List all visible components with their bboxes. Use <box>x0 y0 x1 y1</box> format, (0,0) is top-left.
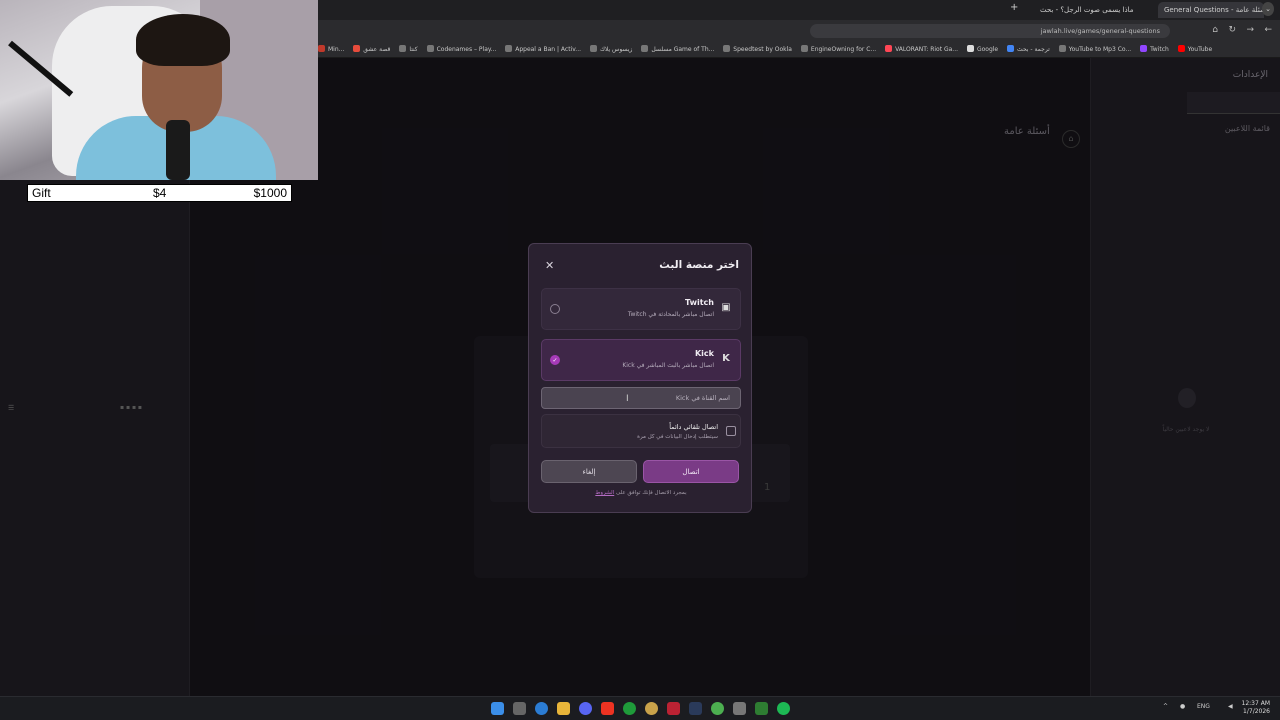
gift-goal-bar: Gift $4 $1000 <box>27 184 292 202</box>
app-icon[interactable] <box>667 702 680 715</box>
task-view-icon[interactable] <box>513 702 526 715</box>
bookmark[interactable]: Google <box>966 42 998 57</box>
bookmark[interactable]: كنتا <box>399 42 418 57</box>
bookmark[interactable]: Twitch <box>1140 42 1169 57</box>
browser-tab-active[interactable]: General Questions - أسئلة عامة <box>1158 2 1264 18</box>
bookmark[interactable]: Speedtest by Ookla <box>723 42 792 57</box>
webcam-mic <box>166 120 190 180</box>
empty-players-text: لا يوجد لاعبين حالياً <box>1162 426 1210 433</box>
bookmark[interactable]: YouTube to Mp3 Co... <box>1058 42 1131 57</box>
system-clock[interactable]: 12:37 AM 1/7/2026 <box>1242 700 1270 716</box>
tab-search-icon[interactable]: ⌄ <box>1262 2 1274 16</box>
text-cursor-icon: I <box>626 394 629 404</box>
empty-users-icon <box>1178 388 1196 408</box>
bookmark[interactable]: قصة عشق <box>353 42 390 57</box>
terms-note-text: بمجرد الاتصال فإنك توافق على <box>615 490 687 496</box>
kick-icon: K <box>722 353 730 364</box>
list-icon[interactable]: ☰ <box>8 404 14 412</box>
forward-icon[interactable]: → <box>1246 25 1254 35</box>
browser-tab[interactable]: ماذا يسمى صوت الرجل؟ - بحث <box>1034 2 1156 18</box>
spotify-icon[interactable] <box>777 702 790 715</box>
new-tab-button[interactable]: + <box>1010 2 1018 13</box>
bookmark[interactable]: VALORANT: Riot Ga... <box>885 42 958 57</box>
tab-label: ماذا يسمى صوت الرجل؟ - بحث <box>1040 6 1134 14</box>
radio-twitch[interactable] <box>550 304 560 314</box>
bookmark[interactable]: مسلسل Game of Th... <box>641 42 714 57</box>
option-name: Kick <box>694 349 714 358</box>
radio-kick[interactable]: ✓ <box>550 355 560 365</box>
xbox-icon[interactable] <box>623 702 636 715</box>
settings-title: الإعدادات <box>1232 70 1268 80</box>
tab-settings[interactable] <box>1091 92 1187 114</box>
clock-date: 1/7/2026 <box>1243 708 1270 715</box>
platform-modal: اختر منصة البث ✕ ▣ Twitch اتصال مباشر با… <box>528 243 752 513</box>
option-kick[interactable]: K Kick اتصال مباشر بالبث المباشر في Kick… <box>541 339 741 381</box>
chrome-icon[interactable] <box>711 702 724 715</box>
connect-button[interactable]: اتصال <box>643 460 739 483</box>
auto-connect-title: اتصال تلقائي دائماً <box>669 423 718 431</box>
app-icon[interactable] <box>645 702 658 715</box>
option-twitch[interactable]: ▣ Twitch اتصال مباشر بالمحادثة في Twitch <box>541 288 741 330</box>
bookmark[interactable]: Appeal a Ban | Activ... <box>505 42 581 57</box>
reload-icon[interactable]: ↻ <box>1228 25 1236 35</box>
channel-name-input[interactable] <box>541 387 741 409</box>
terms-link[interactable]: الشروط <box>595 490 614 496</box>
mic-icon[interactable]: ● <box>1180 703 1185 710</box>
clock-time: 12:37 AM <box>1241 700 1270 707</box>
option-name: Twitch <box>685 298 714 307</box>
tray-chevron-icon[interactable]: ^ <box>1163 703 1168 710</box>
auto-connect-checkbox[interactable] <box>726 426 736 436</box>
discord-icon[interactable] <box>579 702 592 715</box>
webcam-overlay <box>0 0 318 180</box>
tab-players[interactable] <box>1187 92 1280 114</box>
auto-connect-option[interactable]: اتصال تلقائي دائماً سيتطلب إدخال البيانا… <box>541 414 741 448</box>
twitch-icon: ▣ <box>721 302 731 313</box>
bookmark[interactable]: EngineOwning for C... <box>800 42 876 57</box>
home-nav-icon[interactable]: ⌂ <box>1212 25 1218 35</box>
close-icon[interactable]: ✕ <box>545 259 554 272</box>
bookmark[interactable]: Min... <box>318 42 344 57</box>
volume-icon[interactable]: ◀ <box>1228 703 1233 710</box>
webcam-person-hair <box>136 14 230 66</box>
terms-note: بمجرد الاتصال فإنك توافق على الشروط <box>529 490 753 496</box>
modal-title: اختر منصة البث <box>659 259 739 271</box>
bookmark[interactable]: زيسوس يلاك <box>589 42 632 57</box>
option-description: اتصال مباشر بالبث المباشر في Kick <box>622 362 714 369</box>
app-icon[interactable] <box>733 702 746 715</box>
steam-icon[interactable] <box>689 702 702 715</box>
gift-label: Gift <box>32 186 51 200</box>
left-panel-label: ▪ ▪ ▪ ▪ <box>120 404 142 411</box>
file-explorer-icon[interactable] <box>557 702 570 715</box>
bookmark[interactable]: ترجمة - بحث <box>1007 42 1050 57</box>
gift-price: $4 <box>153 186 167 200</box>
tab-label: General Questions - أسئلة عامة <box>1164 6 1264 14</box>
address-bar: ← → ↻ ⌂ jawlah.live/games/general-questi… <box>318 20 1280 42</box>
url-field[interactable]: jawlah.live/games/general-questions <box>810 24 1170 38</box>
language-indicator[interactable]: ENG <box>1197 703 1210 710</box>
edge-icon[interactable] <box>535 702 548 715</box>
auto-connect-description: سيتطلب إدخال البيانات في كل مرة <box>637 434 718 440</box>
option-description: اتصال مباشر بالمحادثة في Twitch <box>627 311 714 318</box>
screen: ☰ ▪ ▪ ▪ ▪ ⌂ أسئلة عامة 1 الإعدادات قائمة… <box>0 0 1280 720</box>
youtube-icon[interactable] <box>601 702 614 715</box>
back-icon[interactable]: ← <box>1264 25 1272 35</box>
bookmark[interactable]: Codenames – Play... <box>426 42 496 57</box>
settings-panel: الإعدادات قائمة اللاعبين لا يوجد لاعبين … <box>1090 58 1280 696</box>
bookmark[interactable]: YouTube <box>1177 42 1212 57</box>
bookmarks-bar: Min... قصة عشق كنتا Codenames – Play... … <box>318 42 1280 58</box>
windows-taskbar: ^ ● ENG ◀ 12:37 AM 1/7/2026 <box>0 696 1280 720</box>
app-icon[interactable] <box>755 702 768 715</box>
gift-goal: $1000 <box>253 186 287 200</box>
cancel-button[interactable]: إلغاء <box>541 460 637 483</box>
players-title: قائمة اللاعبين <box>1224 124 1270 133</box>
windows-start-icon[interactable] <box>491 702 504 715</box>
